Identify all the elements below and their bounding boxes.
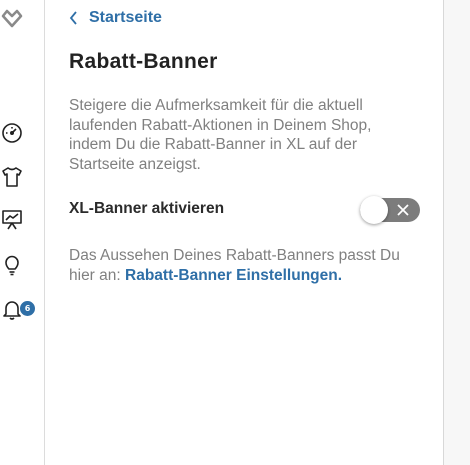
xl-banner-toggle-label: XL-Banner aktivieren (69, 200, 225, 217)
chevron-left-icon (69, 11, 77, 25)
xl-banner-toggle[interactable] (360, 196, 420, 224)
notification-count-badge: 6 (20, 301, 35, 316)
lightbulb-icon[interactable] (0, 253, 24, 277)
dashboard-gauge-icon[interactable] (0, 121, 24, 145)
toggle-knob (360, 196, 388, 224)
back-link-startseite[interactable]: Startseite (69, 6, 162, 30)
heart-logo-icon[interactable] (0, 6, 24, 30)
presentation-chart-icon[interactable] (0, 208, 24, 232)
rabatt-banner-settings-link[interactable]: Rabatt-Banner Einstellungen. (125, 267, 342, 284)
back-link-label: Startseite (89, 9, 162, 26)
close-icon (397, 204, 409, 216)
sidebar: 6 (0, 0, 45, 465)
description-text: Steigere die Aufmerksamkeit für die aktu… (69, 97, 372, 173)
rabatt-banner-panel: Startseite Rabatt-Banner Steigere die Au… (45, 0, 443, 465)
shirt-icon[interactable] (0, 165, 24, 189)
right-panel-edge (443, 0, 470, 465)
info-text: Das Aussehen Deines Rabatt-Banners passt… (69, 246, 424, 285)
page-title: Rabatt-Banner (69, 50, 218, 73)
